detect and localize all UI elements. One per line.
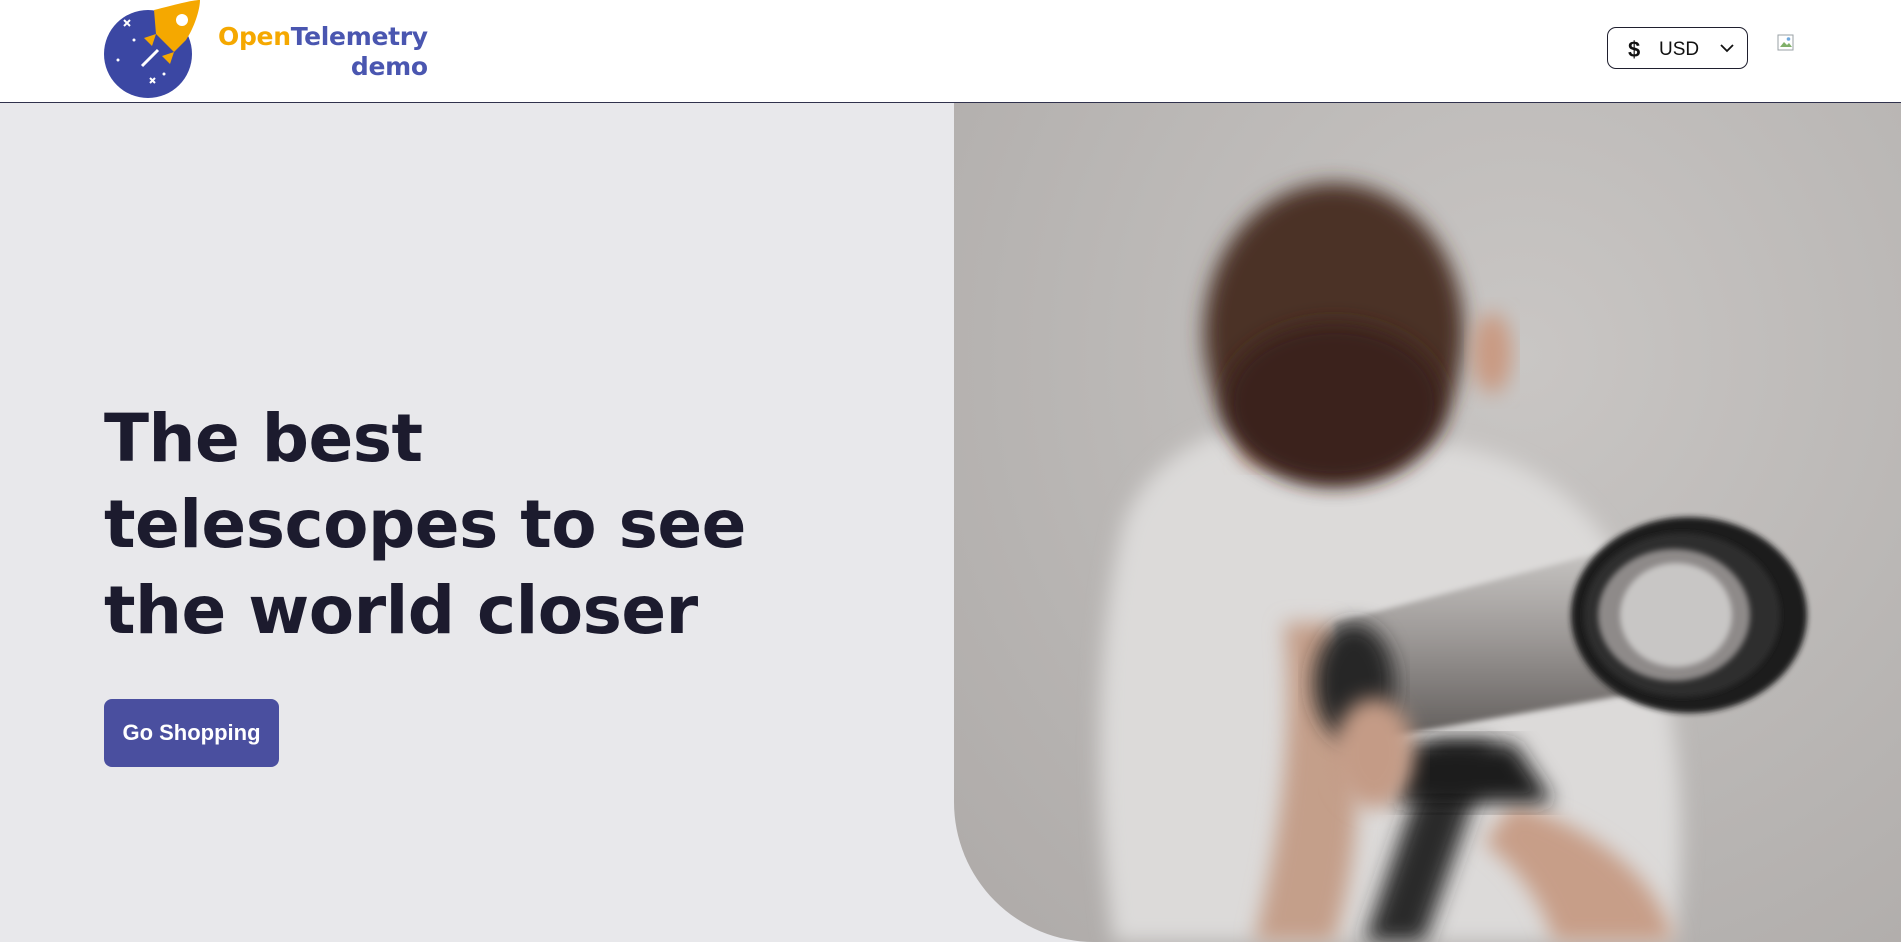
logo-wordmark: OpenTelemetry demo <box>218 22 428 82</box>
hero-title: The best telescopes to see the world clo… <box>104 400 746 649</box>
logo-link[interactable]: OpenTelemetry demo <box>104 0 428 100</box>
chevron-down-icon <box>1720 44 1734 53</box>
logo-word-demo: demo <box>350 52 428 81</box>
rocket-moon-logo-icon <box>104 0 200 98</box>
hero-image <box>954 103 1901 942</box>
logo-word-telemetry: Telemetry <box>290 22 428 51</box>
telescope-photo-icon <box>1100 183 1807 942</box>
logo-word-open: Open <box>218 22 291 51</box>
go-shopping-button[interactable]: Go Shopping <box>104 699 279 767</box>
site-header: OpenTelemetry demo $ USD <box>0 0 1901 103</box>
currency-symbol: $ <box>1628 37 1641 62</box>
currency-code: USD <box>1659 39 1700 60</box>
currency-selector[interactable]: $ USD <box>1607 27 1748 69</box>
broken-image-icon[interactable] <box>1777 34 1795 52</box>
